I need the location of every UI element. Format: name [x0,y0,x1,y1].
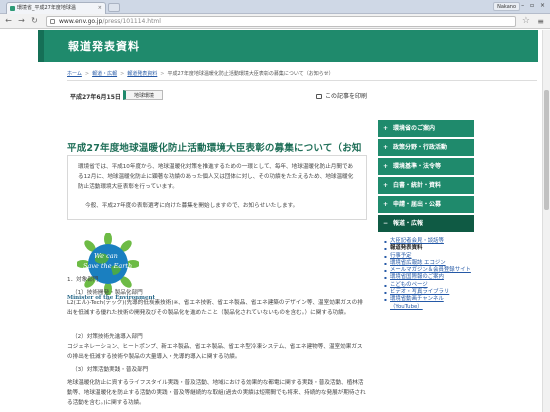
favicon-icon [10,6,15,11]
lede-box: 環境省では、平成10年度から、地球温暖化対策を推進するための一環として、毎年、地… [67,155,367,220]
submenu-link-kids[interactable]: こどものページ [384,282,472,290]
logo-line2: Save the Earth [83,262,133,270]
sidebar-item-applications[interactable]: 申請・届出・公募 [378,196,474,213]
submenu-link-events[interactable]: 行事予定 [384,253,472,261]
lede-text: 環境省では、平成10年度から、地球温暖化対策を推進するための一環として、毎年、地… [78,164,354,190]
print-link[interactable]: この記事を印刷 [316,91,367,100]
browser-tab[interactable]: 環境省_平成27年度地球温 × [6,2,106,14]
window-controls[interactable]: – ▫ × [521,2,547,9]
browser-toolbar: ← → ↻ www.env.go.jp/press/101114.html ☆ … [0,14,550,29]
release-date: 平成27年6月15日 [70,94,121,101]
sidebar-item-press[interactable]: 報道・広報 [378,215,474,232]
print-label: この記事を印刷 [325,93,368,100]
subsection-text: コジェネレーション、ヒートポンプ、新エネ製品、省エネ製品、省エネ型冷凍システム、… [67,344,363,360]
page-icon [50,19,55,24]
breadcrumb-releases[interactable]: 報道発表資料 [127,71,157,77]
submenu-link-press-releases[interactable]: 報道発表資料 [384,245,472,253]
menu-icon[interactable]: ≡ [537,17,544,26]
printer-icon [316,94,322,99]
scrollbar[interactable] [542,30,550,412]
subsection-heading: （2）対策技術先進導入部門 [72,334,143,340]
sidebar-nav: 環境省のご案内 政策分野・行政活動 環境基準・法令等 白書・統計・資料 申請・届… [378,120,474,311]
subsection-text: L2(エル)-Tech(テック)(先導的低炭素技術)※、省エネ技術、省エネ製品、… [67,300,363,316]
back-arrow-icon[interactable]: ← [4,17,13,26]
logo-line1: We can [94,252,118,260]
browser-window: 環境省_平成27年度地球温 × Nakano – ▫ × ← → ↻ www.e… [0,0,550,412]
new-tab-button[interactable] [108,3,120,12]
breadcrumb-separator: > [84,71,90,77]
submenu-link-international[interactable]: 環境省国際報のご案内 [384,274,472,282]
breadcrumb: ホーム > 報道・広報 > 報道発表資料 > 平成27年度地球温暖化防止活動環境大臣表彰の募… [67,70,334,77]
close-tab-icon[interactable]: × [98,3,102,14]
sidebar-item-about[interactable]: 環境省のご案内 [378,120,474,137]
breadcrumb-separator: > [160,71,165,77]
scrollbar-thumb[interactable] [544,90,549,210]
reload-icon[interactable]: ↻ [30,17,39,26]
address-bar[interactable]: www.env.go.jp/press/101114.html [46,16,516,27]
url-host: www.env.go.jp [59,18,103,25]
forward-arrow-icon[interactable]: → [17,17,26,26]
submenu-link-youtube[interactable]: 環境省動画チャンネル（YouTube） [384,296,472,311]
url-path: /press/101114.html [102,18,161,25]
banner-title: 報道発表資料 [68,40,140,53]
sidebar-item-standards[interactable]: 環境基準・法令等 [378,158,474,175]
category-badge: 地球環境 [123,90,164,100]
divider [67,80,537,81]
tab-bar: 環境省_平成27年度地球温 × Nakano – ▫ × [0,0,550,14]
subsection-heading: （1）技術開発・製品化部門 [72,290,143,296]
breadcrumb-separator: > [120,71,125,77]
sidebar-submenu: 大臣記者会見・談話等 報道発表資料 行事予定 環境省広報誌 エコジン メールマガ… [378,234,474,311]
section-heading: 1．対象部門 [67,277,99,283]
section-banner: 報道発表資料 [38,30,538,62]
breadcrumb-press[interactable]: 報道・広報 [92,71,117,77]
profile-button[interactable]: Nakano [493,2,520,11]
subsection-heading: （3）対策活動実践・普及部門 [72,367,149,373]
sidebar-item-policy[interactable]: 政策分野・行政活動 [378,139,474,156]
tab-title: 環境省_平成27年度地球温 [17,5,76,11]
web-page: 報道発表資料 ホーム > 報道・広報 > 報道発表資料 > 平成27年度地球温暖化防止活動環… [0,30,542,412]
subsection-text: 地球温暖化防止に資するライフスタイル実践・普及活動、地域における効果的な都電に関… [67,380,366,406]
breadcrumb-current: 平成27年度地球温暖化防止活動環境大臣表彰の募集について（お知らせ） [167,71,334,77]
bookmark-star-icon[interactable]: ☆ [522,16,530,26]
sidebar-item-whitepaper[interactable]: 白書・統計・資料 [378,177,474,194]
lede-note: 今般、平成27年度の表彰選考に向けた募集を開始しますので、お知らせいたします。 [85,203,299,209]
breadcrumb-home[interactable]: ホーム [67,71,82,77]
